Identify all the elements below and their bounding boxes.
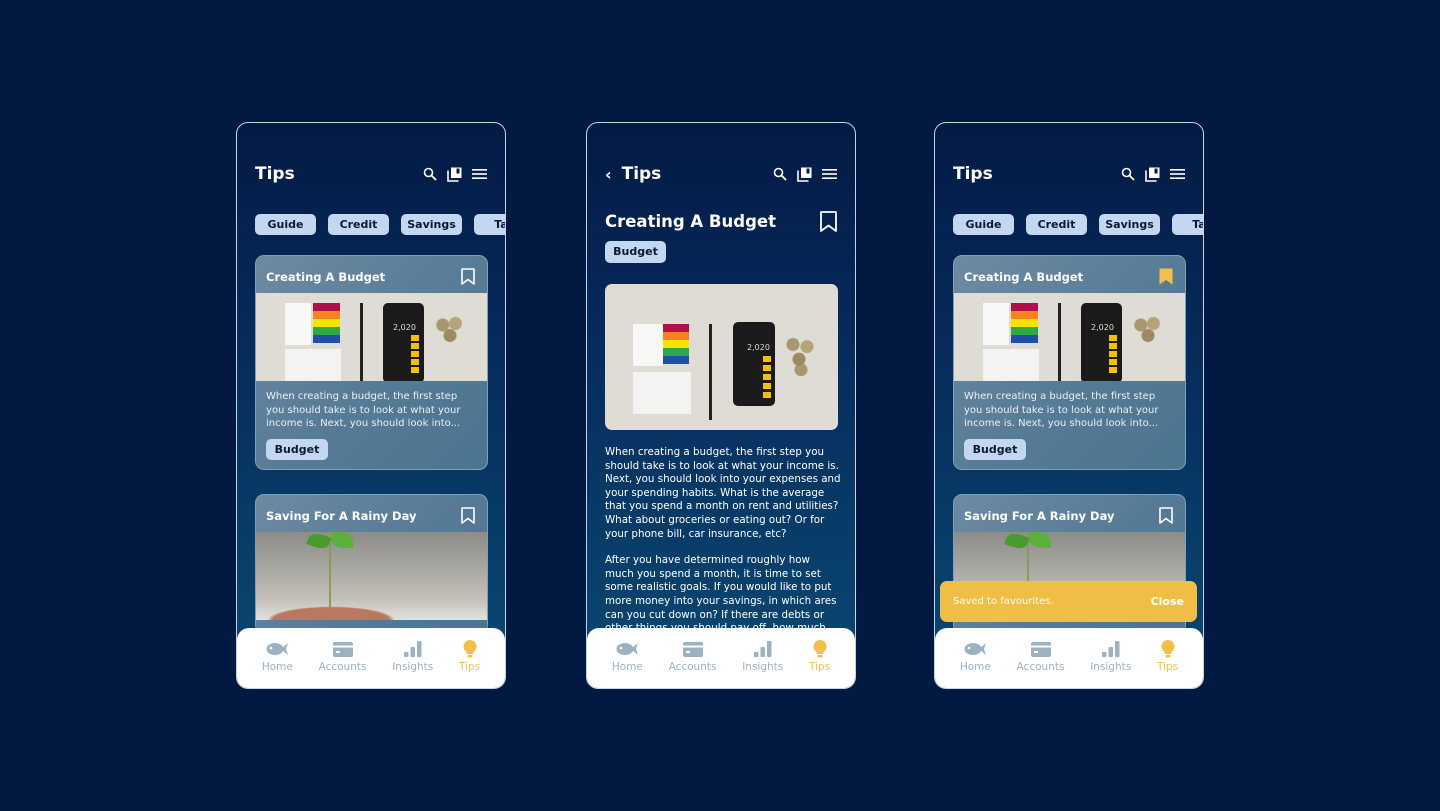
detail-body: When creating a budget, the first step y… bbox=[605, 446, 841, 649]
toast-message: Saved to favourites. bbox=[953, 596, 1054, 607]
lightbulb-icon bbox=[813, 640, 827, 658]
chip-tax[interactable]: Tax bbox=[1172, 214, 1203, 235]
budget-image: 2,020 bbox=[954, 293, 1185, 381]
nav-home[interactable]: Home bbox=[960, 640, 991, 688]
card-title: Creating A Budget bbox=[964, 270, 1084, 284]
menu-icon[interactable] bbox=[1170, 168, 1185, 180]
card-icon bbox=[682, 640, 703, 658]
card-title: Creating A Budget bbox=[266, 270, 386, 284]
tip-card-budget[interactable]: Creating A Budget 2,020 When creating a … bbox=[255, 255, 488, 470]
nav-accounts[interactable]: Accounts bbox=[669, 640, 716, 688]
card-title: Saving For A Rainy Day bbox=[964, 509, 1115, 523]
header: Tips bbox=[255, 163, 487, 185]
bar-chart-icon bbox=[1101, 640, 1120, 658]
bar-chart-icon bbox=[753, 640, 772, 658]
card-icon bbox=[1030, 640, 1051, 658]
menu-icon[interactable] bbox=[472, 168, 487, 180]
bookmark-filled-icon[interactable] bbox=[1159, 268, 1173, 288]
tip-card-budget[interactable]: Creating A Budget 2,020 When creating a … bbox=[953, 255, 1186, 470]
card-icon bbox=[332, 640, 353, 658]
back-chevron-icon[interactable]: ‹ bbox=[605, 165, 612, 184]
category-chips: Guide Credit Savings Tax bbox=[255, 214, 505, 235]
nav-tips[interactable]: Tips bbox=[1157, 640, 1178, 688]
lightbulb-icon bbox=[463, 640, 477, 658]
card-excerpt: When creating a budget, the first step y… bbox=[964, 391, 1159, 429]
fish-icon bbox=[266, 640, 289, 658]
page-title: Tips bbox=[621, 164, 662, 184]
chip-tax[interactable]: Tax bbox=[474, 214, 505, 235]
chip-credit[interactable]: Credit bbox=[328, 214, 389, 235]
page-title: Tips bbox=[953, 164, 993, 184]
bookmark-icon[interactable] bbox=[461, 507, 475, 527]
saved-collection-icon[interactable] bbox=[1145, 167, 1160, 182]
detail-paragraph: When creating a budget, the first step y… bbox=[605, 446, 841, 540]
nav-insights[interactable]: Insights bbox=[1090, 640, 1131, 688]
nav-insights[interactable]: Insights bbox=[392, 640, 433, 688]
bookmark-icon[interactable] bbox=[1159, 507, 1173, 527]
search-icon[interactable] bbox=[773, 167, 787, 181]
saved-collection-icon[interactable] bbox=[797, 167, 812, 182]
nav-accounts[interactable]: Accounts bbox=[319, 640, 366, 688]
bottom-nav: Home Accounts Insights Tips bbox=[237, 628, 505, 688]
card-tag[interactable]: Budget bbox=[266, 438, 328, 460]
phone-tip-detail: ‹ Tips Creating A Budget Budget 2,020 Wh… bbox=[586, 122, 856, 689]
saved-collection-icon[interactable] bbox=[447, 167, 462, 182]
menu-icon[interactable] bbox=[822, 168, 837, 180]
bottom-nav: Home Accounts Insights Tips bbox=[587, 628, 855, 688]
detail-tag[interactable]: Budget bbox=[605, 241, 666, 263]
nav-accounts[interactable]: Accounts bbox=[1017, 640, 1064, 688]
phone-tips-list: Tips Guide Credit Savings Tax Creating A… bbox=[236, 122, 506, 689]
page-title: Tips bbox=[255, 164, 295, 184]
nav-home[interactable]: Home bbox=[612, 640, 643, 688]
detail-paragraph: After you have determined roughly how mu… bbox=[605, 554, 837, 634]
tip-card-rainy-day[interactable]: Saving For A Rainy Day bbox=[255, 494, 488, 634]
fish-icon bbox=[616, 640, 639, 658]
fish-icon bbox=[964, 640, 987, 658]
category-chips: Guide Credit Savings Tax bbox=[953, 214, 1203, 235]
card-tag[interactable]: Budget bbox=[964, 438, 1026, 460]
nav-home[interactable]: Home bbox=[262, 640, 293, 688]
toast-close-button[interactable]: Close bbox=[1151, 595, 1184, 608]
bottom-nav: Home Accounts Insights Tips bbox=[935, 628, 1203, 688]
calculator-display: 2,020 bbox=[1091, 323, 1114, 332]
bookmark-icon[interactable] bbox=[820, 211, 837, 236]
bookmark-icon[interactable] bbox=[461, 268, 475, 288]
calculator-display: 2,020 bbox=[747, 343, 770, 352]
chip-credit[interactable]: Credit bbox=[1026, 214, 1087, 235]
budget-image: 2,020 bbox=[605, 284, 838, 430]
detail-title: Creating A Budget bbox=[605, 212, 776, 231]
nav-tips[interactable]: Tips bbox=[459, 640, 480, 688]
budget-image: 2,020 bbox=[256, 293, 487, 381]
card-excerpt: When creating a budget, the first step y… bbox=[266, 391, 461, 429]
calculator-display: 2,020 bbox=[393, 323, 416, 332]
nav-insights[interactable]: Insights bbox=[742, 640, 783, 688]
search-icon[interactable] bbox=[423, 167, 437, 181]
header: ‹ Tips bbox=[605, 163, 837, 185]
chip-savings[interactable]: Savings bbox=[401, 214, 462, 235]
header: Tips bbox=[953, 163, 1185, 185]
nav-tips[interactable]: Tips bbox=[809, 640, 830, 688]
lightbulb-icon bbox=[1161, 640, 1175, 658]
card-title: Saving For A Rainy Day bbox=[266, 509, 417, 523]
phone-tips-saved: Tips Guide Credit Savings Tax Creating A… bbox=[934, 122, 1204, 689]
toast-notification: Saved to favourites. Close bbox=[940, 581, 1197, 622]
chip-guide[interactable]: Guide bbox=[255, 214, 316, 235]
plant-coins-image bbox=[256, 532, 487, 620]
search-icon[interactable] bbox=[1121, 167, 1135, 181]
bar-chart-icon bbox=[403, 640, 422, 658]
chip-savings[interactable]: Savings bbox=[1099, 214, 1160, 235]
chip-guide[interactable]: Guide bbox=[953, 214, 1014, 235]
